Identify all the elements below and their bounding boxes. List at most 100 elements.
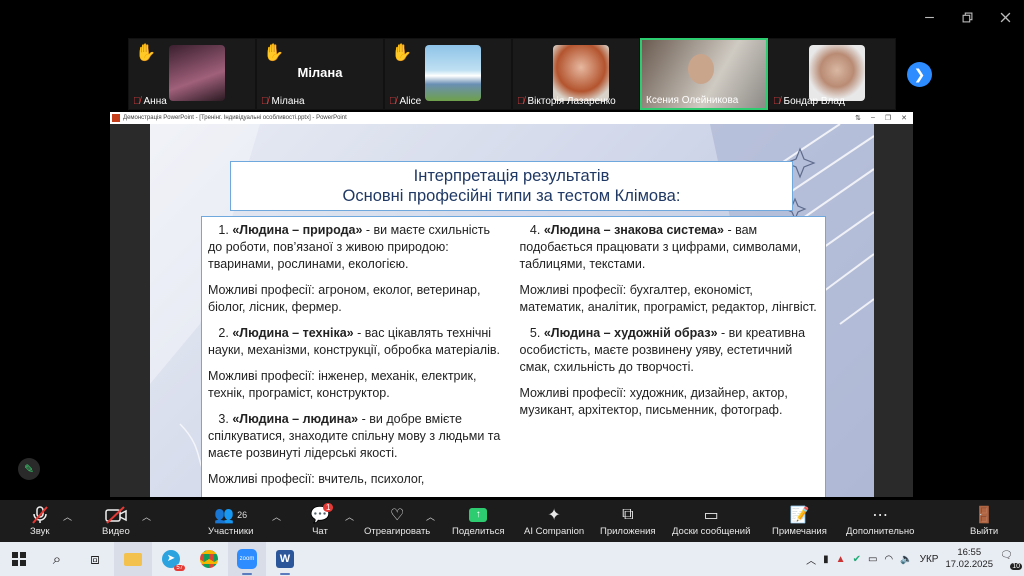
annotate-button[interactable]: ✎ — [18, 458, 40, 480]
chat-options-caret-icon[interactable]: ︿ — [345, 510, 354, 523]
task-view-button[interactable]: ⧈ — [76, 542, 114, 576]
participant-tile-active-speaker[interactable]: Ксения Олейникова — [640, 38, 768, 110]
notifications-button[interactable]: 🗨 10 — [1000, 550, 1022, 570]
participant-video — [688, 54, 714, 84]
video-button[interactable]: Видео — [102, 504, 130, 537]
participant-name: Анна — [143, 96, 167, 107]
participant-name: Ксения Олейникова — [646, 95, 739, 106]
battery-icon[interactable]: ▭ — [868, 554, 877, 565]
notes-button[interactable]: 📝 Примечания — [772, 504, 827, 537]
participant-name: Вікторія Лазаренко — [527, 96, 616, 107]
slide-paragraph: 5. «Людина – художній образ» - ви креати… — [520, 325, 820, 376]
boards-button[interactable]: ▭ Доски сообщений — [672, 504, 750, 537]
notes-label: Примечания — [772, 526, 827, 537]
word-button[interactable]: W — [266, 542, 304, 576]
item-heading: «Людина – техніка» — [232, 326, 354, 340]
minimize-icon[interactable]: – — [871, 114, 875, 122]
search-button[interactable]: ⌕ — [38, 542, 76, 576]
participants-options-caret-icon[interactable]: ︿ — [272, 510, 281, 523]
mic-muted-icon: 🎙̸ — [133, 96, 141, 107]
restore-button[interactable] — [948, 0, 986, 34]
participant-tile[interactable]: ✋ Мілана 🎙̸ Мілана — [256, 38, 384, 110]
share-screen-icon: ↑ — [469, 508, 488, 522]
chrome-icon — [200, 550, 218, 568]
slide-title-line-1: Інтерпретація результатів — [413, 167, 610, 185]
task-view-icon: ⧈ — [90, 550, 100, 568]
telegram-button[interactable]: ➤ 57 — [152, 542, 190, 576]
chevron-right-icon: ❯ — [913, 66, 926, 82]
slide-paragraph: Можливі професії: агроном, еколог, ветер… — [208, 283, 481, 314]
participants-label: Участники — [208, 526, 254, 537]
participant-tile[interactable]: ✋ 🎙̸ Анна — [128, 38, 256, 110]
item-heading: «Людина – людина» — [232, 412, 359, 426]
close-icon[interactable]: ✕ — [901, 114, 907, 122]
more-icon: ⋯ — [872, 507, 889, 524]
mic-muted-icon — [31, 504, 49, 526]
slide: Інтерпретація результатів Основні профес… — [150, 124, 874, 497]
avatar — [809, 45, 865, 101]
slide-title: Інтерпретація результатів Основні профес… — [230, 161, 793, 211]
clock-time: 16:55 — [957, 547, 982, 558]
heart-icon: ♡ — [389, 507, 405, 524]
slide-paragraph: Можливі професії: художник, дизайнер, ак… — [519, 386, 788, 417]
usb-icon[interactable]: ▮ — [823, 554, 829, 565]
powerpoint-icon — [112, 114, 120, 122]
ai-companion-label: AI Companion — [524, 526, 585, 537]
zoom-button[interactable]: zoom — [228, 542, 266, 576]
audio-button[interactable]: Звук — [30, 504, 49, 537]
participants-button[interactable]: 👥 26 Участники — [208, 504, 253, 537]
react-button[interactable]: ♡ Отреагировать — [364, 504, 430, 537]
restore-icon[interactable]: ❐ — [885, 114, 891, 122]
item-heading: «Людина – художній образ» — [543, 326, 718, 340]
clock[interactable]: 16:55 17.02.2025 — [945, 547, 993, 571]
video-off-icon — [104, 504, 128, 526]
slide-column-left: 1. «Людина – природа» - ви маєте схильні… — [202, 217, 514, 497]
slide-paragraph: 4. «Людина – знакова система» - вам подо… — [520, 222, 820, 273]
react-options-caret-icon[interactable]: ︿ — [426, 510, 435, 523]
participant-name-display: Мілана — [297, 65, 343, 80]
powerpoint-window: Демонстрація PowerPoint - [Тренінг. Інди… — [110, 112, 913, 497]
folder-icon — [124, 552, 142, 566]
file-explorer-button[interactable] — [114, 542, 152, 576]
app-tray-icon-2[interactable]: ✔ — [853, 554, 861, 565]
participant-name: Мілана — [271, 96, 305, 107]
next-page-button[interactable]: ❯ — [907, 62, 932, 87]
more-label: Дополнительно — [846, 526, 915, 537]
leave-label: Выйти — [970, 526, 999, 537]
item-heading: «Людина – природа» — [232, 223, 363, 237]
apps-button[interactable]: ⧉ Приложения — [600, 504, 656, 537]
audio-options-caret-icon[interactable]: ︿ — [63, 510, 72, 523]
close-button[interactable] — [986, 0, 1024, 34]
mic-muted-icon: 🎙̸ — [261, 96, 269, 107]
network-icon[interactable]: ◠ — [884, 554, 893, 565]
restore-icon — [962, 12, 972, 22]
participants-icon: 👥 — [214, 507, 235, 524]
leave-button[interactable]: 🚪 Выйти — [970, 504, 998, 537]
search-icon: ⌕ — [52, 550, 62, 568]
slide-paragraph: Можливі професії: бухгалтер, економіст, … — [519, 283, 817, 314]
ai-companion-button[interactable]: ✦ AI Companion — [524, 504, 584, 537]
video-options-caret-icon[interactable]: ︿ — [142, 510, 151, 523]
app-tray-icon[interactable]: ▲ — [836, 554, 846, 565]
chevron-up-icon[interactable]: ︿ — [806, 552, 816, 567]
mic-muted-icon: 🎙̸ — [773, 96, 781, 107]
share-button[interactable]: ↑ Поделиться — [452, 504, 504, 537]
language-indicator[interactable]: УКР — [920, 554, 939, 565]
chat-label: Чат — [312, 526, 328, 537]
chrome-button[interactable] — [190, 542, 228, 576]
minimize-button[interactable] — [910, 0, 948, 34]
more-button[interactable]: ⋯ Дополнительно — [846, 504, 914, 537]
item-number: 1. — [218, 223, 229, 237]
item-number: 2. — [218, 326, 229, 340]
apps-label: Приложения — [600, 526, 656, 537]
chat-button[interactable]: 💬 1 Чат — [310, 503, 334, 537]
participant-tile[interactable]: 🎙̸ Вікторія Лазаренко — [512, 38, 640, 110]
participant-tile[interactable]: ✋ 🎙̸ Alice — [384, 38, 512, 110]
ribbon-icon[interactable]: ⇅ — [855, 114, 861, 122]
sparkle-icon: ✦ — [547, 507, 561, 524]
telegram-badge: 57 — [174, 565, 185, 571]
participant-tile[interactable]: 🎙̸ Бондар Влад — [768, 38, 896, 110]
start-button[interactable] — [0, 542, 38, 576]
pencil-icon: ✎ — [23, 462, 35, 476]
volume-icon[interactable]: 🔈 — [900, 554, 912, 565]
